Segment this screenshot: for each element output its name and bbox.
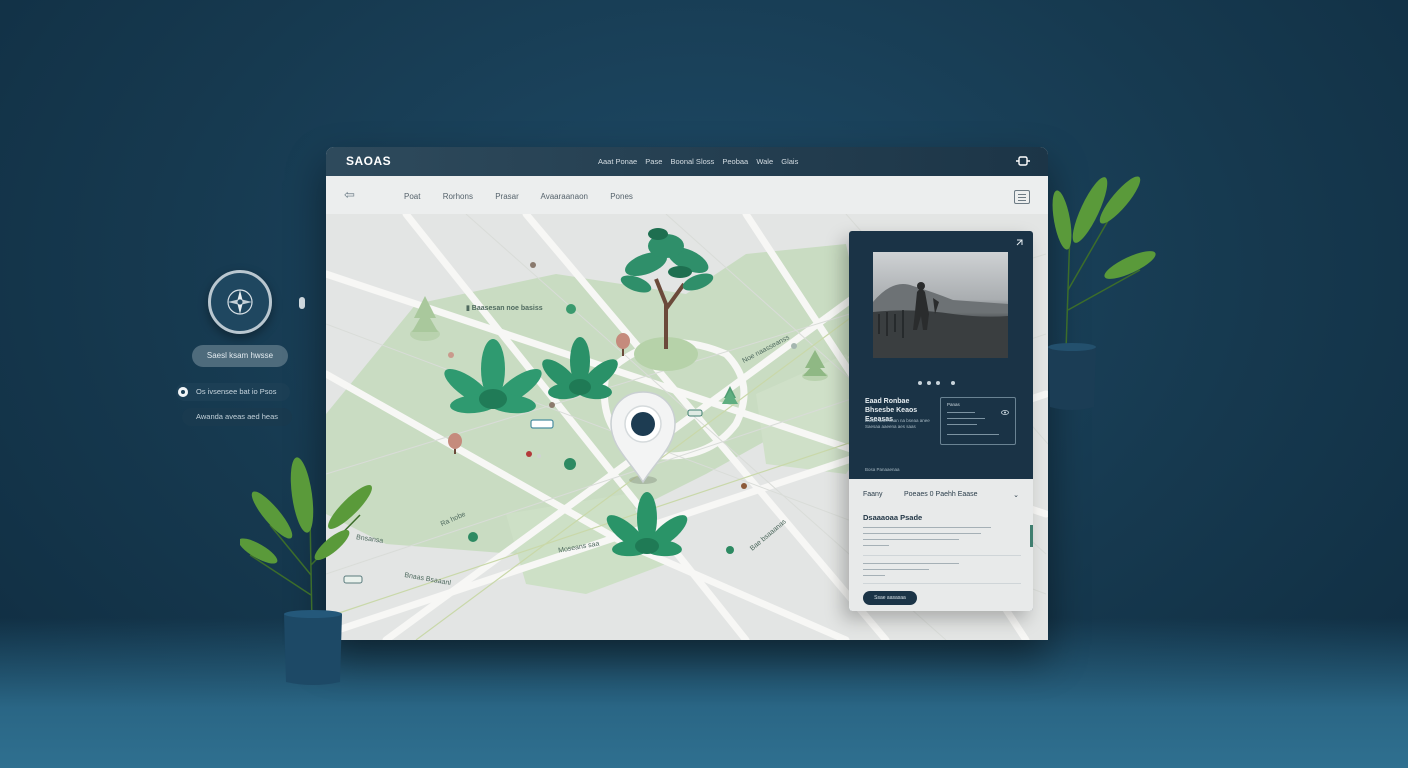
info-box: Panas [940,397,1016,445]
details-heading: Dsaaaoaa Psade [863,513,923,522]
succulent-sprite [444,339,542,414]
detail-row-label: Faany [863,491,883,498]
succulent-sprite [606,492,688,557]
plant-pot [284,610,342,685]
potted-plant-decoration [1052,176,1156,350]
radio-option-label: Os ivsensee bat io Psos [196,387,277,396]
bush-sprite [802,350,828,381]
tab-poat[interactable]: Poat [404,192,420,201]
detail-row[interactable]: Faany Poeaes 0 Paehh Eaase [863,491,978,498]
top-menu-item[interactable]: Pase [645,157,662,166]
text-line [947,412,975,413]
radio-selected-icon[interactable] [178,387,188,397]
card-scrollbar[interactable] [1030,525,1033,547]
tab-avaaraanaon[interactable]: Avaaraanaon [541,192,588,201]
card-action-button[interactable]: Ssae aasasaa [863,591,917,605]
divider [863,583,1021,584]
text-line [863,533,981,534]
title-bar: SAOAS Aaat Ponae Pase Boonal Sloss Peoba… [326,147,1048,176]
location-detail-card: Eaad Ronbae Bhsesbe Keaos Eseasas Bsaas … [849,231,1033,611]
map-area-label-text: Baasesan noe basiss [471,305,543,312]
compass-icon [227,289,253,315]
detail-row-value: Poeaes 0 Paehh Eaase [904,491,978,498]
expand-icon[interactable] [1015,239,1023,247]
top-menu-item[interactable]: Wale [756,157,773,166]
location-pin-icon[interactable] [609,390,677,486]
chevron-down-icon[interactable]: ⌄ [1013,491,1019,499]
compass-button[interactable] [208,270,272,334]
tree-small-sprite [448,433,462,454]
text-line [863,539,959,540]
tab-rorhons[interactable]: Rorhons [443,192,473,201]
nav-bar: ⇦ Poat Rorhons Prasar Avaaraanaon Pones [326,176,1048,215]
secondary-pill-button[interactable]: Awanda aveas aed heas [182,408,292,426]
bush-sprite [566,304,576,314]
info-box-title: Panas [947,402,960,407]
text-line [863,563,959,564]
text-line [863,575,885,576]
card-details-panel: Faany Poeaes 0 Paehh Eaase ⌄ Dsaaaoaa Ps… [849,479,1033,611]
top-menu: Aaat Ponae Pase Boonal Sloss Peobaa Wale… [598,157,804,166]
potted-plant-decoration [240,457,372,625]
tab-pones[interactable]: Pones [610,192,633,201]
photo-scene [873,282,1008,358]
bush-sprite [564,458,576,470]
window-toggle-icon[interactable] [1016,154,1030,168]
bush-sprite [722,386,738,404]
text-line [947,434,999,435]
tree-sprite [620,228,714,371]
top-menu-item[interactable]: Aaat Ponae [598,157,637,166]
divider [863,555,1021,556]
tab-prasar[interactable]: Prasar [495,192,519,201]
text-line [947,424,977,425]
primary-pill-button[interactable]: Saesl ksam hwsse [192,345,288,367]
text-line [863,569,929,570]
top-menu-item[interactable]: Glais [781,157,798,166]
location-photo[interactable] [873,252,1008,358]
bush-sprite [410,296,440,341]
radio-option[interactable]: Os ivsensee bat io Psos [176,383,290,401]
map-area-label: ▮ Baasesan noe basiss [466,305,543,312]
nav-tabs: Poat Rorhons Prasar Avaaraanaon Pones [404,192,653,201]
carousel-dots[interactable] [918,372,960,390]
text-line [947,418,985,419]
bush-sprite [726,546,734,554]
eye-icon[interactable] [1001,410,1009,415]
menu-list-icon[interactable] [1014,190,1030,204]
text-line [863,527,991,528]
tree-small-sprite [616,333,630,356]
back-arrow-icon[interactable]: ⇦ [344,188,355,201]
bush-sprite [468,532,478,542]
scroll-handle[interactable] [299,297,305,309]
top-menu-item[interactable]: Boonal Sloss [671,157,715,166]
top-menu-item[interactable]: Peobaa [722,157,748,166]
plant-pot [1048,343,1096,410]
card-section-label: Bosa Panaaenaa [865,467,900,472]
card-subtitle: Bsaas aaeenaan na bseaa anee Saesaa aaee… [865,418,930,429]
text-line [863,545,889,546]
floor-backdrop [0,618,1408,768]
brand-logo-text: SAOAS [346,154,392,168]
